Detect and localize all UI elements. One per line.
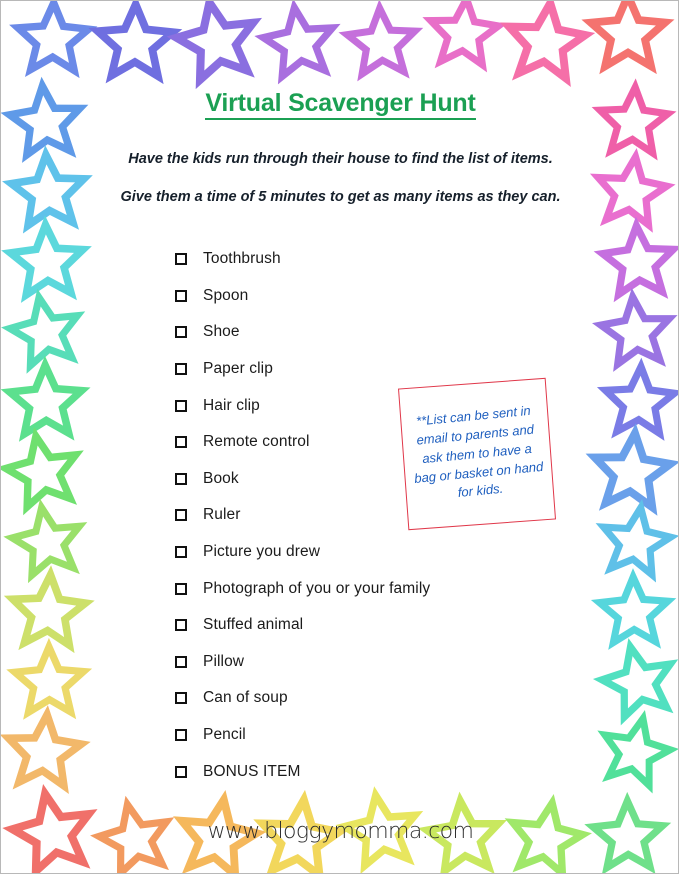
checkbox-icon[interactable] bbox=[175, 399, 187, 412]
checklist-row[interactable]: Photograph of you or your family bbox=[175, 570, 515, 607]
note-box: **List can be sent in email to parents a… bbox=[397, 377, 557, 531]
checklist-item-label: Photograph of you or your family bbox=[203, 579, 431, 597]
checkbox-icon[interactable] bbox=[175, 472, 187, 485]
checklist-item-label: Ruler bbox=[203, 506, 241, 524]
intro-line-2: Give them a time of 5 minutes to get as … bbox=[120, 189, 561, 205]
checklist-item-label: Shoe bbox=[203, 323, 240, 341]
checkbox-icon[interactable] bbox=[175, 692, 187, 705]
checkbox-icon[interactable] bbox=[175, 729, 187, 742]
page-content: Virtual Scavenger Hunt Have the kids run… bbox=[1, 1, 678, 873]
page-title: Virtual Scavenger Hunt bbox=[1, 89, 678, 120]
checkbox-icon[interactable] bbox=[175, 326, 187, 339]
checkbox-icon[interactable] bbox=[175, 765, 187, 778]
checkbox-icon[interactable] bbox=[175, 546, 187, 559]
checklist-row[interactable]: Picture you drew bbox=[175, 534, 515, 571]
checklist-item-label: Pencil bbox=[203, 726, 246, 744]
scavenger-hunt-page: Virtual Scavenger Hunt Have the kids run… bbox=[0, 0, 679, 874]
page-title-text: Virtual Scavenger Hunt bbox=[205, 89, 476, 120]
checkbox-icon[interactable] bbox=[175, 582, 187, 595]
checklist-item-label: Pillow bbox=[203, 652, 245, 670]
intro-line-1: Have the kids run through their house to… bbox=[128, 151, 553, 167]
checklist-item-label: Hair clip bbox=[203, 396, 260, 414]
checklist-item-label: Stuffed animal bbox=[203, 616, 304, 634]
checklist-row[interactable]: Shoe bbox=[175, 314, 515, 351]
checkbox-icon[interactable] bbox=[175, 363, 187, 376]
checklist-row[interactable]: Can of soup bbox=[175, 680, 515, 717]
checklist-item-label: Toothbrush bbox=[203, 250, 281, 268]
checklist-item-label: Book bbox=[203, 469, 239, 487]
checklist-row[interactable]: Spoon bbox=[175, 278, 515, 315]
checklist-row[interactable]: BONUS ITEM bbox=[175, 753, 515, 790]
checklist-row[interactable]: Stuffed animal bbox=[175, 607, 515, 644]
checkbox-icon[interactable] bbox=[175, 619, 187, 632]
checklist-row[interactable]: Toothbrush bbox=[175, 241, 515, 278]
checkbox-icon[interactable] bbox=[175, 436, 187, 449]
checklist-item-label: Remote control bbox=[203, 433, 310, 451]
checklist-item-label: Can of soup bbox=[203, 689, 288, 707]
checklist-item-label: Paper clip bbox=[203, 360, 273, 378]
checkbox-icon[interactable] bbox=[175, 655, 187, 668]
footer-website-url: www.bloggymomma.com bbox=[207, 819, 474, 844]
checklist-item-label: BONUS ITEM bbox=[203, 762, 301, 780]
checkbox-icon[interactable] bbox=[175, 509, 187, 522]
checklist-row[interactable]: Paper clip bbox=[175, 351, 515, 388]
note-text: **List can be sent in email to parents a… bbox=[413, 402, 544, 501]
checklist-item-label: Picture you drew bbox=[203, 543, 321, 561]
checklist-row[interactable]: Pillow bbox=[175, 644, 515, 681]
checklist-row[interactable]: Pencil bbox=[175, 717, 515, 754]
checkbox-icon[interactable] bbox=[175, 253, 187, 266]
checklist-item-label: Spoon bbox=[203, 286, 249, 304]
checkbox-icon[interactable] bbox=[175, 289, 187, 302]
